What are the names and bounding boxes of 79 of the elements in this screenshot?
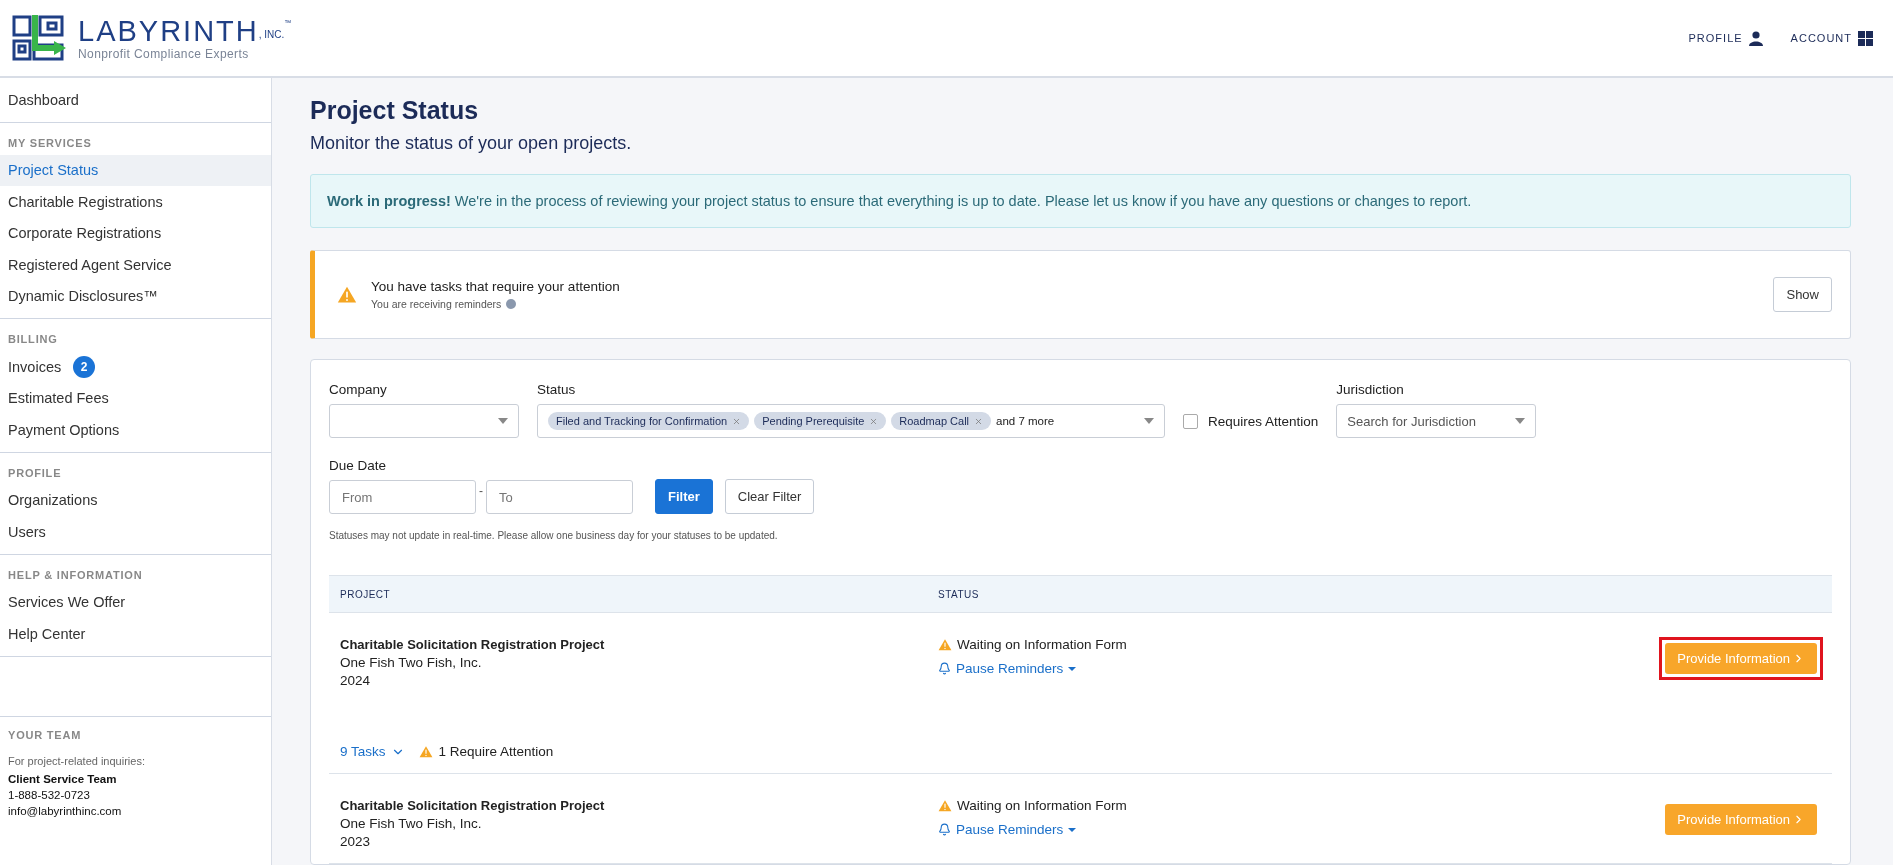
company-select[interactable] bbox=[329, 404, 519, 438]
grid-icon bbox=[1858, 30, 1873, 46]
project-status: Waiting on Information Form bbox=[957, 637, 1127, 652]
attention-count: 1 Require Attention bbox=[438, 744, 554, 759]
sidebar-item[interactable]: Estimated Fees bbox=[0, 382, 271, 414]
bell-icon bbox=[938, 662, 951, 675]
maze-logo-icon bbox=[12, 15, 68, 61]
jurisdiction-select[interactable]: Search for Jurisdiction bbox=[1336, 404, 1537, 438]
close-icon bbox=[974, 416, 983, 426]
field-label: Jurisdiction bbox=[1336, 382, 1405, 397]
help-icon bbox=[506, 299, 517, 309]
project-status: Waiting on Information Form bbox=[957, 798, 1127, 813]
sidebar-item[interactable]: Charitable Registrations bbox=[0, 186, 271, 218]
project-year: 2023 bbox=[340, 834, 372, 849]
warning-icon bbox=[938, 798, 952, 813]
sidebar-item[interactable]: Organizations bbox=[0, 484, 271, 516]
tasks-toggle[interactable]: 9 Tasks bbox=[340, 744, 405, 759]
sidebar-item[interactable]: Dynamic Disclosures™ bbox=[0, 280, 271, 312]
date-to-field[interactable]: To bbox=[486, 480, 633, 514]
sidebar-section-heading: HELP & INFORMATION bbox=[7, 567, 144, 583]
team-email: info@labyrinthinc.com bbox=[8, 804, 123, 817]
project-title: Charitable Solicitation Registration Project bbox=[340, 637, 606, 652]
count-badge: 2 bbox=[73, 355, 96, 378]
caret-icon bbox=[1068, 827, 1077, 832]
date-from-field[interactable]: From bbox=[329, 480, 476, 514]
field-label: Company bbox=[329, 382, 388, 397]
header-nav-link[interactable]: PROFILE bbox=[1688, 30, 1763, 46]
sidebar-section-heading: BILLING bbox=[7, 332, 59, 347]
warning-icon bbox=[938, 637, 952, 652]
page-subtitle: Monitor the status of your open projects. bbox=[310, 133, 633, 154]
sidebar-section-heading: PROFILE bbox=[7, 465, 63, 481]
clear-filter-button[interactable]: Clear Filter bbox=[724, 479, 815, 514]
sidebar-item-label: Invoices bbox=[8, 358, 62, 375]
close-icon bbox=[732, 416, 742, 426]
status-tag[interactable]: Pending Prerequisite bbox=[754, 412, 887, 430]
info-banner: Work in progress! We're in the process of reviewing your project status to ensure that everything is up to date. Please let us know if you have any questions or changes to report. bbox=[310, 174, 1851, 228]
column-header: PROJECT bbox=[340, 588, 392, 600]
filter-note: Statuses may not update in real-time. Please allow one business day for your statuses to be updated. bbox=[329, 530, 779, 541]
pause-reminders-link[interactable]: Pause Reminders bbox=[938, 661, 1660, 676]
close-icon bbox=[869, 416, 879, 426]
sidebar-item[interactable]: Corporate Registrations bbox=[0, 217, 271, 249]
project-organization: One Fish Two Fish, Inc. bbox=[340, 655, 483, 670]
sidebar-item[interactable]: Invoices 2 bbox=[0, 351, 271, 383]
sidebar-item[interactable]: Help Center bbox=[0, 618, 271, 650]
bell-icon bbox=[938, 823, 951, 836]
page-title: Project Status bbox=[310, 96, 480, 125]
team-note: For project-related inquiries: bbox=[8, 754, 146, 767]
requires-attention-checkbox[interactable]: Requires Attention bbox=[1183, 404, 1319, 438]
user-icon bbox=[1748, 30, 1763, 46]
warning-icon bbox=[418, 744, 433, 759]
field-label: Status bbox=[537, 382, 577, 397]
attention-title: You have tasks that require your attention bbox=[371, 279, 621, 294]
project-year: 2024 bbox=[340, 673, 372, 688]
filter-button[interactable]: Filter bbox=[655, 479, 713, 514]
sidebar-item[interactable]: Payment Options bbox=[0, 414, 271, 446]
status-multiselect[interactable]: Filed and Tracking for Confirmation Pending Prerequisite Roadmap Call and 7 more bbox=[537, 404, 1165, 438]
field-label: Due Date bbox=[329, 458, 388, 473]
sidebar-item[interactable]: Project Status bbox=[0, 154, 271, 186]
sidebar-item[interactable]: Dashboard bbox=[0, 84, 271, 116]
more-count: and 7 more bbox=[996, 415, 1055, 427]
team-name: Client Service Team bbox=[8, 772, 118, 785]
status-tag[interactable]: Filed and Tracking for Confirmation bbox=[548, 412, 750, 430]
sidebar-section-heading: YOUR TEAM bbox=[8, 727, 83, 743]
logo-tagline: Nonprofit Compliance Experts bbox=[78, 47, 250, 61]
attention-subtitle: You are receiving reminders bbox=[371, 298, 502, 310]
status-tag[interactable]: Roadmap Call bbox=[891, 412, 991, 430]
sidebar-item[interactable]: Registered Agent Service bbox=[0, 249, 271, 281]
sidebar-section-heading: MY SERVICES bbox=[7, 135, 93, 151]
show-button[interactable]: Show bbox=[1773, 277, 1832, 312]
sidebar-item[interactable]: Services We Offer bbox=[0, 586, 271, 618]
project-title: Charitable Solicitation Registration Project bbox=[340, 798, 606, 813]
column-header: STATUS bbox=[938, 588, 980, 600]
team-phone: 1-888-532-0723 bbox=[8, 788, 91, 801]
project-organization: One Fish Two Fish, Inc. bbox=[340, 816, 483, 831]
date-separator: - bbox=[479, 484, 483, 498]
pause-reminders-link[interactable]: Pause Reminders bbox=[938, 822, 1660, 837]
header-nav-link[interactable]: ACCOUNT bbox=[1790, 30, 1873, 46]
sidebar-item[interactable]: Users bbox=[0, 516, 271, 548]
caret-icon bbox=[1068, 666, 1077, 671]
